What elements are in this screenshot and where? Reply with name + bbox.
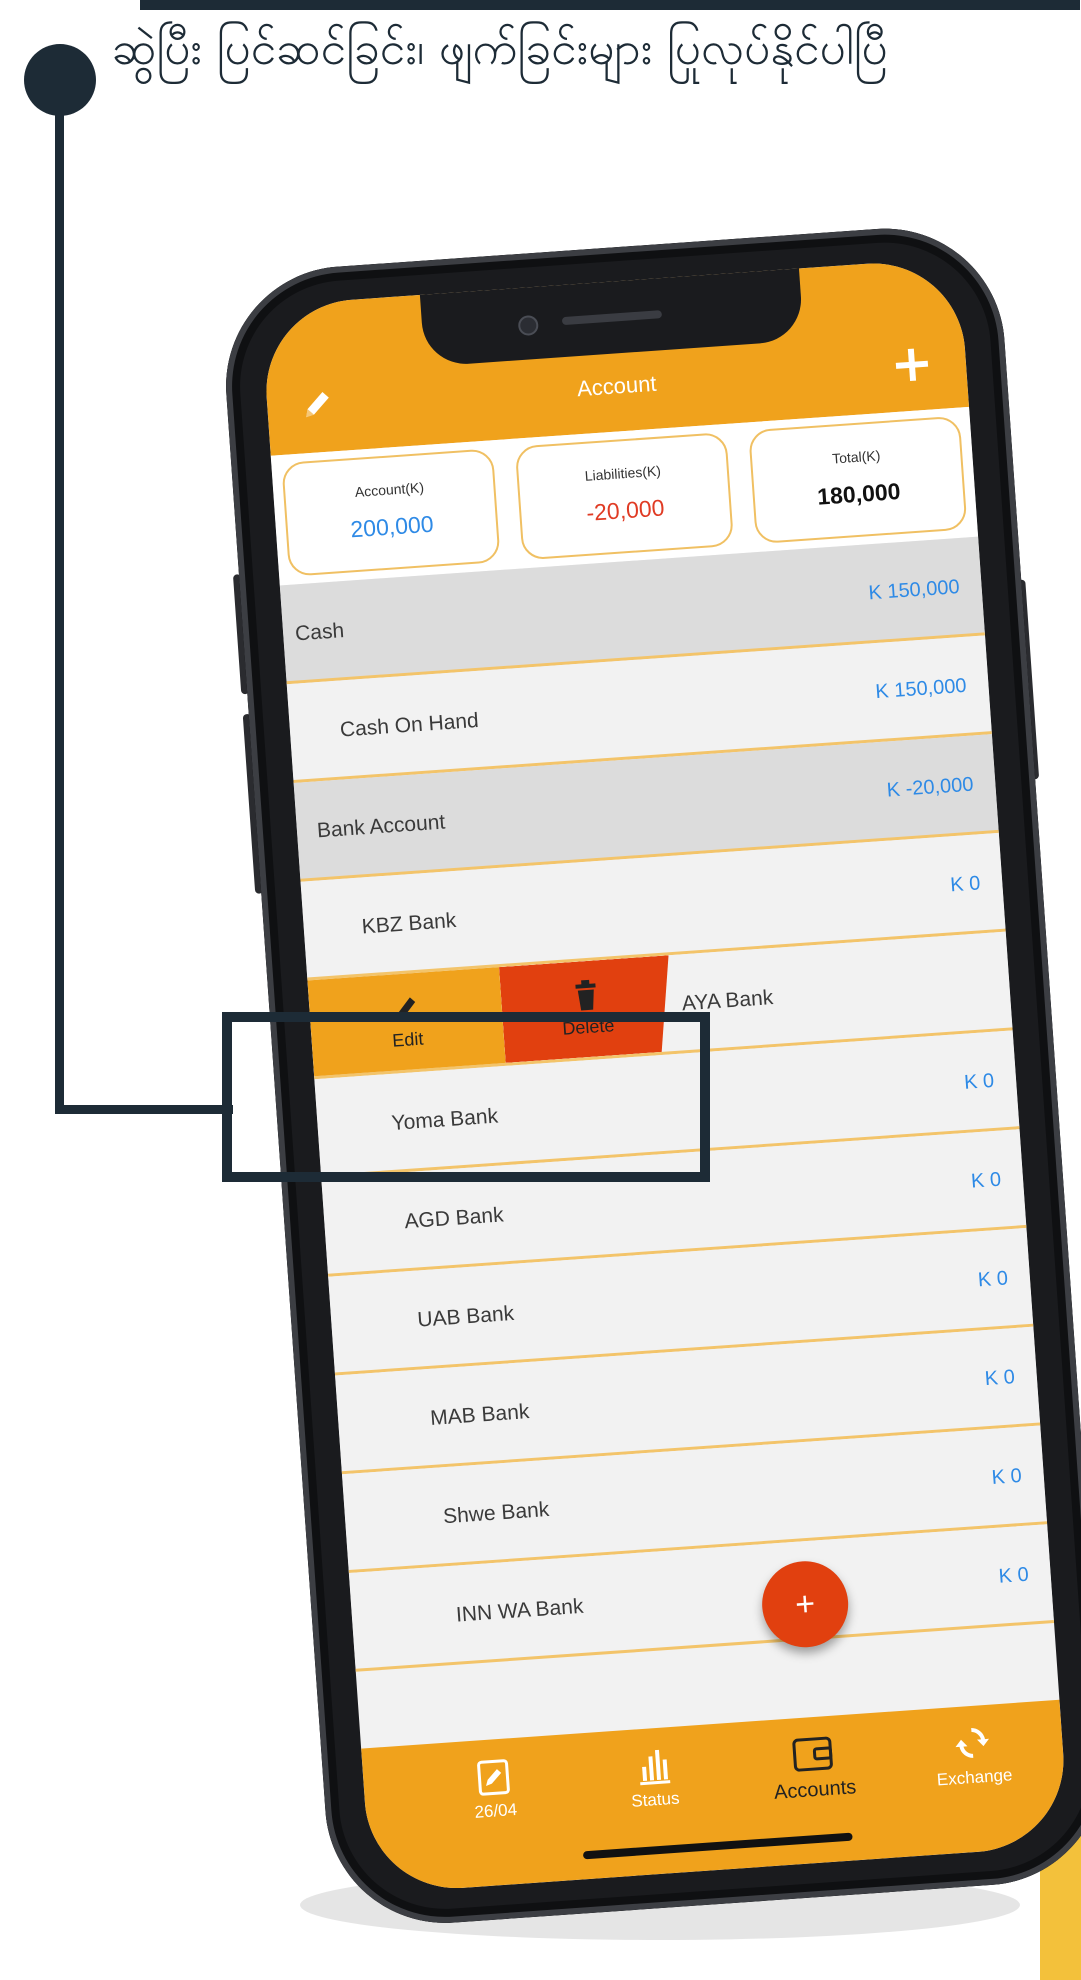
- row-name: UAB Bank: [416, 1301, 515, 1332]
- nav-label: Accounts: [773, 1776, 857, 1804]
- wallet-icon: [792, 1736, 833, 1772]
- sync-icon: [955, 1727, 989, 1758]
- page-title: Account: [576, 370, 658, 402]
- nav-item-status[interactable]: Status: [582, 1739, 726, 1815]
- summary-label: Liabilities(K): [584, 462, 662, 484]
- summary-label: Account(K): [354, 479, 425, 500]
- row-amount: K 0: [977, 1267, 1009, 1292]
- nav-label: Status: [630, 1788, 681, 1811]
- row-name: AGD Bank: [403, 1203, 505, 1234]
- row-name: Bank Account: [316, 810, 446, 843]
- callout-connector-vertical: [55, 80, 64, 1114]
- nav-label: 26/04: [473, 1799, 518, 1822]
- nav-item-accounts[interactable]: Accounts: [741, 1728, 885, 1807]
- summary-label: Total(K): [831, 447, 881, 467]
- bottom-nav: 26/04 Status Accounts Exchange: [361, 1699, 1070, 1895]
- home-indicator: [582, 1832, 853, 1860]
- callout-caption: ဆွဲပြီး ပြင်ဆင်ခြင်း၊ ဖျက်ခြင်းများ ပြုလ…: [112, 21, 888, 75]
- nav-item-date[interactable]: 26/04: [422, 1751, 566, 1827]
- row-amount: K 0: [997, 1563, 1030, 1588]
- add-icon[interactable]: [891, 343, 934, 386]
- summary-value: 180,000: [816, 477, 902, 510]
- row-name: Cash: [294, 619, 345, 646]
- row-amount: K 150,000: [874, 674, 968, 704]
- summary-card-total: Total(K) 180,000: [748, 415, 968, 545]
- row-amount: K 0: [963, 1069, 995, 1094]
- chart-icon: [640, 1749, 671, 1786]
- summary-card-liabilities: Liabilities(K) -20,000: [514, 431, 735, 561]
- nav-label: Exchange: [936, 1765, 1014, 1790]
- row-amount: K -20,000: [886, 773, 975, 802]
- row-amount: K 0: [949, 872, 982, 897]
- callout-highlight-frame: [222, 1012, 710, 1182]
- summary-card-account: Account(K) 200,000: [281, 448, 501, 577]
- row-name: MAB Bank: [429, 1400, 531, 1430]
- calendar-icon: [477, 1759, 510, 1796]
- row-name: Cash On Hand: [339, 708, 480, 742]
- camera-icon: [517, 314, 539, 337]
- summary-value: -20,000: [585, 494, 666, 526]
- row-name: KBZ Bank: [361, 908, 457, 939]
- callout-connector-horizontal: [55, 1105, 233, 1114]
- row-amount: K 0: [984, 1366, 1016, 1391]
- row-amount: K 0: [991, 1464, 1023, 1489]
- row-amount: K 0: [970, 1168, 1002, 1193]
- nav-item-exchange[interactable]: Exchange: [901, 1717, 1045, 1793]
- summary-value: 200,000: [349, 510, 435, 543]
- trash-icon: [571, 978, 601, 1012]
- speaker-grille: [561, 310, 663, 326]
- row-name: Shwe Bank: [442, 1497, 550, 1529]
- row-name: INN WA Bank: [455, 1594, 585, 1627]
- row-amount: K 150,000: [867, 576, 961, 605]
